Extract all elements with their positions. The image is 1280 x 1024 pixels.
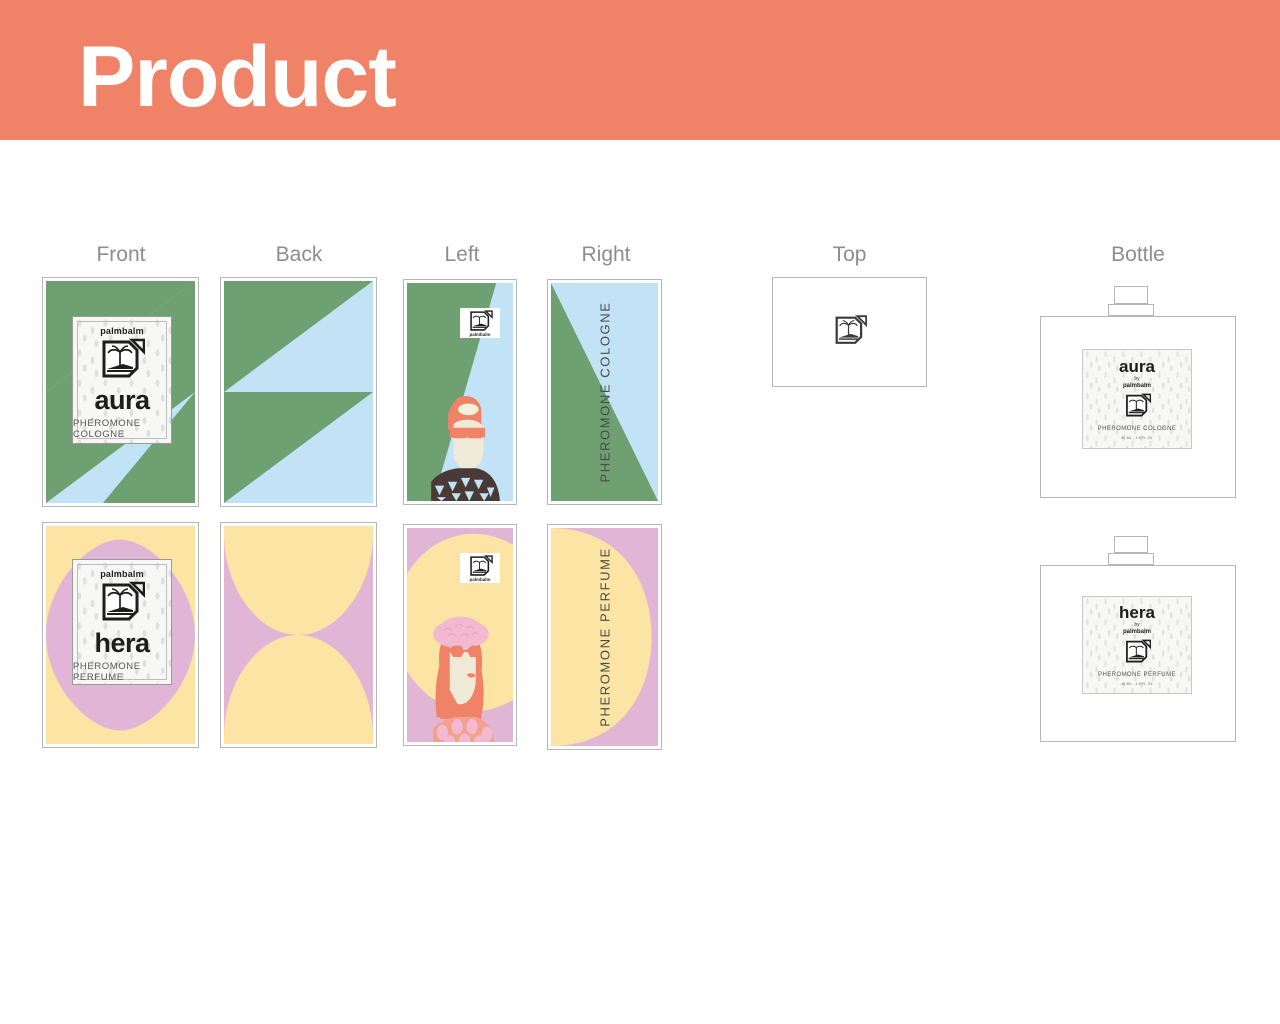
aura-right-side-text: PHEROMONE COLOGNE bbox=[597, 301, 612, 483]
hera-bottle-cap bbox=[1108, 553, 1154, 565]
aura-front-name: aura bbox=[94, 385, 150, 415]
aura-front-panel[interactable]: palmbalm aura PHEROMONE COLOGNE 44 ML - … bbox=[42, 277, 199, 507]
page-title: Product bbox=[78, 29, 397, 125]
aura-top-panel[interactable] bbox=[772, 277, 927, 387]
hera-bottle-volume: 44 ML - 1.5 FL OZ bbox=[1121, 681, 1153, 686]
aura-bottle-volume: 44 ML - 1.5 FL OZ bbox=[1121, 435, 1153, 440]
aura-bottle[interactable]: aura by palmbalm PHEROMONE COLOGNE 44 ML… bbox=[1040, 286, 1236, 498]
hera-left-logo-badge: palmbalm bbox=[460, 553, 500, 583]
hera-front-name: hera bbox=[94, 628, 150, 658]
palm-tree-badge-icon bbox=[1124, 393, 1151, 422]
aura-bottle-neck bbox=[1114, 286, 1148, 304]
hera-bottle[interactable]: hera by palmbalm PHEROMONE PERFUME 44 ML… bbox=[1040, 536, 1236, 742]
hera-bottle-neck bbox=[1114, 536, 1148, 553]
column-label-bottle: Bottle bbox=[1111, 243, 1165, 266]
hera-bottle-brand: palmbalm bbox=[1122, 628, 1151, 635]
hera-back-artwork bbox=[224, 526, 373, 744]
aura-front-brand: palmbalm bbox=[100, 326, 144, 336]
hera-bottle-body: hera by palmbalm PHEROMONE PERFUME 44 ML… bbox=[1040, 565, 1236, 742]
column-label-back: Back bbox=[275, 243, 323, 266]
aura-bottle-brand: palmbalm bbox=[1122, 382, 1151, 389]
aura-bottle-descriptor: PHEROMONE COLOGNE bbox=[1097, 425, 1177, 432]
hera-left-brand: palmbalm bbox=[469, 576, 491, 582]
hera-front-label: palmbalm hera PHEROMONE PERFUME 44 ML - … bbox=[72, 559, 172, 685]
aura-front-label: palmbalm aura PHEROMONE COLOGNE 44 ML - … bbox=[72, 316, 172, 444]
palm-tree-badge-icon bbox=[469, 554, 493, 576]
aura-bottle-label: aura by palmbalm PHEROMONE COLOGNE 44 ML… bbox=[1082, 349, 1192, 449]
hera-front-brand: palmbalm bbox=[100, 569, 144, 579]
aura-back-panel[interactable] bbox=[220, 277, 377, 507]
hera-bottle-descriptor: PHEROMONE PERFUME bbox=[1098, 671, 1176, 678]
aura-back-pattern bbox=[224, 281, 373, 503]
aura-back-artwork bbox=[224, 281, 373, 503]
palm-tree-badge-icon bbox=[99, 581, 146, 626]
hera-back-panel[interactable] bbox=[220, 522, 377, 748]
column-label-top: Top bbox=[832, 243, 867, 266]
hera-left-panel[interactable]: palmbalm bbox=[403, 524, 517, 746]
palm-tree-badge-icon bbox=[99, 338, 146, 383]
hera-front-descriptor: PHEROMONE PERFUME bbox=[73, 661, 141, 683]
aura-bottle-name: aura bbox=[1119, 357, 1155, 377]
palm-tree-badge-icon bbox=[833, 315, 867, 350]
column-label-left: Left bbox=[444, 243, 480, 266]
aura-right-panel[interactable]: PHEROMONE COLOGNE bbox=[547, 279, 662, 505]
aura-left-brand: palmbalm bbox=[469, 331, 491, 337]
aura-front-descriptor: PHEROMONE COLOGNE bbox=[73, 418, 141, 440]
aura-left-logo-badge: palmbalm bbox=[460, 308, 500, 338]
aura-left-panel[interactable]: palmbalm bbox=[403, 279, 517, 505]
hera-back-pattern bbox=[224, 526, 373, 744]
aura-bottle-body: aura by palmbalm PHEROMONE COLOGNE 44 ML… bbox=[1040, 316, 1236, 498]
column-label-front: Front bbox=[96, 243, 146, 266]
palm-tree-badge-icon bbox=[469, 309, 493, 331]
palm-tree-badge-icon bbox=[1124, 639, 1151, 668]
hera-bottle-label: hera by palmbalm PHEROMONE PERFUME 44 ML… bbox=[1082, 596, 1192, 694]
hera-right-panel[interactable]: PHEROMONE PERFUME bbox=[547, 524, 662, 750]
aura-bottle-cap bbox=[1108, 304, 1154, 316]
hera-front-panel[interactable]: palmbalm hera PHEROMONE PERFUME 44 ML - … bbox=[42, 522, 199, 748]
hera-bottle-name: hera bbox=[1119, 603, 1155, 623]
hera-right-side-text: PHEROMONE PERFUME bbox=[597, 547, 612, 727]
column-label-right: Right bbox=[581, 243, 631, 266]
page-header: Product bbox=[0, 0, 1280, 140]
